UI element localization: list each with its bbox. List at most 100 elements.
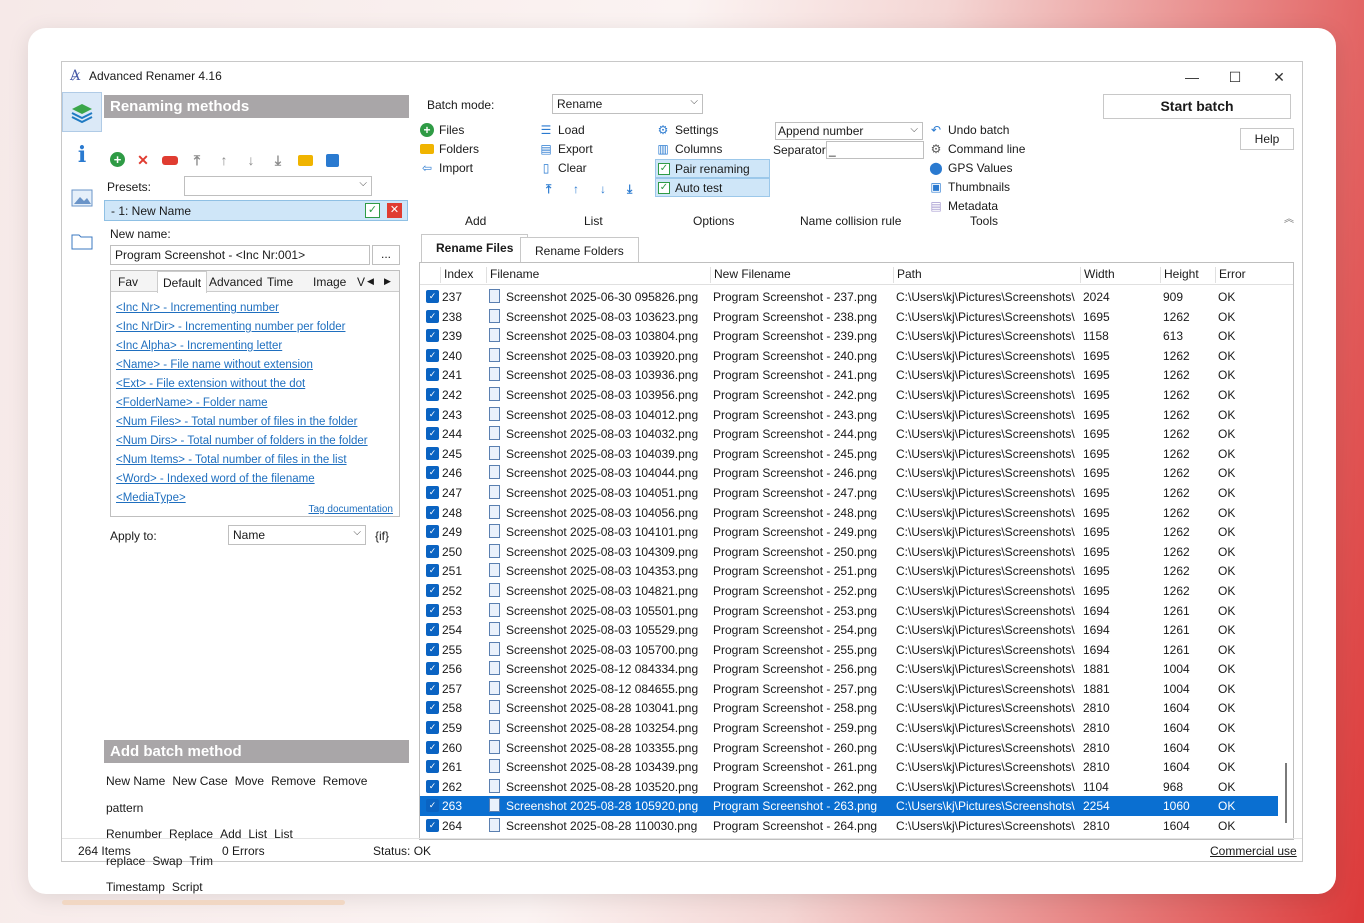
load-button[interactable]: ☰ Load (539, 123, 585, 137)
tag-link[interactable]: <Word> - Indexed word of the filename (116, 470, 368, 489)
table-row[interactable]: ✓ 258 Screenshot 2025-08-28 103041.png Prog… (420, 698, 1293, 718)
tag-link[interactable]: <FolderName> - Folder name (116, 394, 368, 413)
auto-test-toggle[interactable]: ✓ Auto test (655, 178, 770, 197)
commercial-use-link[interactable]: Commercial use (1210, 844, 1297, 858)
table-row[interactable]: ✓ 264 Screenshot 2025-08-28 110030.png Prog… (420, 816, 1293, 836)
col-width[interactable]: Width (1080, 267, 1115, 283)
row-checkbox[interactable]: ✓ (426, 329, 439, 343)
command-line-button[interactable]: ⚙ Command line (929, 142, 1026, 156)
table-row[interactable]: ✓ 255 Screenshot 2025-08-03 105700.png Prog… (420, 640, 1293, 660)
row-checkbox[interactable]: ✓ (426, 485, 439, 499)
rail-methods-button[interactable] (62, 92, 102, 132)
undo-batch-button[interactable]: ↶ Undo batch (929, 123, 1009, 137)
row-checkbox[interactable]: ✓ (426, 564, 439, 578)
row-checkbox[interactable]: ✓ (426, 446, 439, 460)
close-button[interactable]: ✕ (1263, 66, 1295, 88)
table-row[interactable]: ✓ 254 Screenshot 2025-08-03 105529.png Prog… (420, 620, 1293, 640)
row-checkbox[interactable]: ✓ (426, 290, 439, 303)
table-row[interactable]: ✓ 262 Screenshot 2025-08-28 103520.png Prog… (420, 777, 1293, 797)
row-checkbox[interactable]: ✓ (426, 721, 439, 735)
tag-link[interactable]: <Name> - File name without extension (116, 356, 368, 375)
remove-method-icon[interactable]: ✕ (134, 152, 152, 168)
rail-image-button[interactable] (62, 178, 102, 218)
table-row[interactable]: ✓ 242 Screenshot 2025-08-03 103956.png Prog… (420, 385, 1293, 405)
table-row[interactable]: ✓ 253 Screenshot 2025-08-03 105501.png Prog… (420, 601, 1293, 621)
move-bottom-icon[interactable]: ⤓ (269, 152, 287, 168)
collapse-ribbon-icon[interactable]: ︽ (1284, 210, 1294, 225)
rail-info-button[interactable]: i (62, 135, 102, 175)
metadata-button[interactable]: ▤ Metadata (929, 199, 998, 213)
table-row[interactable]: ✓ 256 Screenshot 2025-08-12 084334.png Prog… (420, 659, 1293, 679)
row-checkbox[interactable]: ✓ (426, 387, 439, 401)
tag-tab-fav[interactable]: Fav (113, 271, 143, 292)
method-item-new-name[interactable]: - 1: New Name ✓ ✕ (104, 200, 408, 221)
batch-mode-select[interactable]: Rename ⌵ (552, 94, 703, 114)
tag-link[interactable]: <Inc Alpha> - Incrementing letter (116, 337, 368, 356)
row-checkbox[interactable]: ✓ (426, 544, 439, 558)
tag-documentation-link[interactable]: Tag documentation (308, 504, 393, 515)
row-checkbox[interactable]: ✓ (426, 760, 439, 774)
import-button[interactable]: ⇦ Import (420, 161, 473, 175)
row-checkbox[interactable]: ✓ (426, 603, 439, 617)
tag-tab-advanced[interactable]: Advanced (204, 271, 267, 292)
table-row[interactable]: ✓ 257 Screenshot 2025-08-12 084655.png Prog… (420, 679, 1293, 699)
table-row[interactable]: ✓ 263 Screenshot 2025-08-28 105920.png Prog… (420, 796, 1278, 817)
table-row[interactable]: ✓ 248 Screenshot 2025-08-03 104056.png Prog… (420, 503, 1293, 523)
batch-method-move[interactable]: Move (235, 774, 264, 788)
tab-rename-files[interactable]: Rename Files (421, 234, 529, 263)
row-checkbox[interactable]: ✓ (426, 740, 439, 754)
row-checkbox[interactable]: ✓ (426, 505, 439, 519)
table-row[interactable]: ✓ 239 Screenshot 2025-08-03 103804.png Prog… (420, 326, 1293, 346)
table-row[interactable]: ✓ 247 Screenshot 2025-08-03 104051.png Prog… (420, 483, 1293, 503)
row-checkbox[interactable]: ✓ (426, 309, 439, 323)
list-move-down-icon[interactable]: ↓ (600, 182, 606, 196)
settings-button[interactable]: ⚙ Settings (656, 123, 719, 137)
tag-tab-default[interactable]: Default (157, 271, 208, 293)
method-delete-icon[interactable]: ✕ (387, 203, 402, 218)
row-checkbox[interactable]: ✓ (426, 348, 439, 362)
tag-picker-button[interactable]: ... (372, 245, 400, 265)
table-row[interactable]: ✓ 251 Screenshot 2025-08-03 104353.png Prog… (420, 561, 1293, 581)
maximize-button[interactable]: ☐ (1219, 66, 1251, 88)
row-checkbox[interactable]: ✓ (426, 583, 439, 597)
table-row[interactable]: ✓ 237 Screenshot 2025-06-30 095826.png Prog… (420, 287, 1293, 307)
col-error[interactable]: Error (1215, 267, 1246, 283)
row-checkbox[interactable]: ✓ (426, 701, 439, 715)
tab-rename-folders[interactable]: Rename Folders (520, 237, 639, 263)
table-row[interactable]: ✓ 243 Screenshot 2025-08-03 104012.png Prog… (420, 405, 1293, 425)
table-row[interactable]: ✓ 238 Screenshot 2025-08-03 103623.png Prog… (420, 307, 1293, 327)
table-row[interactable]: ✓ 252 Screenshot 2025-08-03 104821.png Prog… (420, 581, 1293, 601)
move-top-icon[interactable]: ⤒ (188, 152, 206, 168)
batch-method-new-case[interactable]: New Case (172, 774, 227, 788)
add-method-icon[interactable]: + (110, 152, 125, 167)
method-enabled-check-icon[interactable]: ✓ (365, 203, 380, 218)
row-checkbox[interactable]: ✓ (426, 368, 439, 382)
if-button[interactable]: {if} (375, 529, 389, 543)
table-row[interactable]: ✓ 259 Screenshot 2025-08-28 103254.png Prog… (420, 718, 1293, 738)
add-folders-button[interactable]: Folders (420, 142, 479, 156)
move-down-icon[interactable]: ↓ (242, 152, 260, 168)
batch-method-script[interactable]: Script (172, 880, 203, 894)
col-filename[interactable]: Filename (486, 267, 539, 283)
tag-link[interactable]: <Num Items> - Total number of files in t… (116, 451, 368, 470)
row-checkbox[interactable]: ✓ (426, 466, 439, 480)
batch-method-timestamp[interactable]: Timestamp (106, 880, 165, 894)
pair-renaming-toggle[interactable]: ✓ Pair renaming (655, 159, 770, 178)
row-checkbox[interactable]: ✓ (426, 779, 439, 793)
tag-link[interactable]: <Inc NrDir> - Incrementing number per fo… (116, 318, 368, 337)
row-checkbox[interactable]: ✓ (426, 407, 439, 421)
apply-to-select[interactable]: Name ⌵ (228, 525, 366, 545)
move-up-icon[interactable]: ↑ (215, 152, 233, 168)
tag-tab-time[interactable]: Time (262, 271, 298, 292)
list-move-bottom-icon[interactable]: ⤓ (627, 182, 632, 197)
list-move-up-icon[interactable]: ↑ (573, 182, 579, 196)
table-row[interactable]: ✓ 241 Screenshot 2025-08-03 103936.png Prog… (420, 365, 1293, 385)
save-icon[interactable] (323, 152, 341, 168)
export-button[interactable]: ▤ Export (539, 142, 592, 156)
row-checkbox[interactable]: ✓ (426, 525, 439, 539)
table-row[interactable]: ✓ 261 Screenshot 2025-08-28 103439.png Prog… (420, 757, 1293, 777)
tab-scroll-left-icon[interactable]: ◀ (364, 271, 377, 292)
rail-folder-button[interactable] (62, 221, 102, 261)
start-batch-button[interactable]: Start batch (1103, 94, 1291, 119)
row-checkbox[interactable]: ✓ (426, 662, 439, 676)
